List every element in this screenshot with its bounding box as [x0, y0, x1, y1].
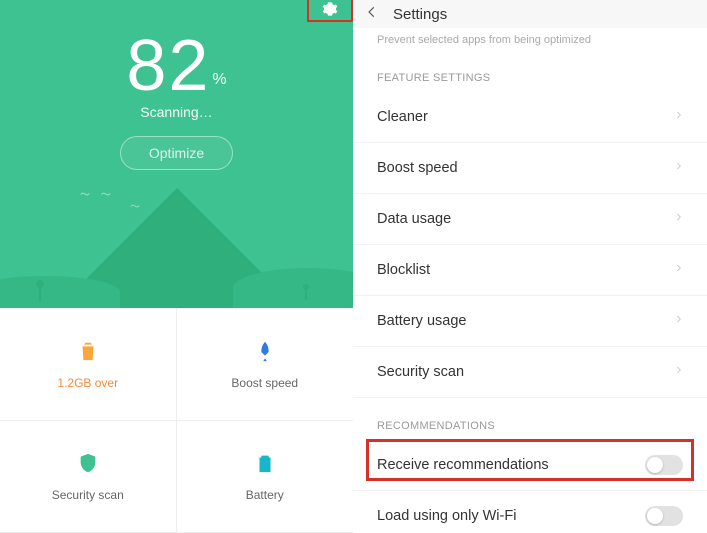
decor-birds: 〜 〜	[80, 186, 115, 201]
optimize-button[interactable]: Optimize	[120, 136, 233, 170]
decor-hill	[0, 276, 120, 308]
chevron-right-icon	[674, 159, 683, 177]
decor-tree	[303, 284, 309, 290]
chevron-right-icon	[674, 363, 683, 381]
score-unit: %	[212, 71, 226, 88]
page-title: Settings	[393, 6, 447, 23]
chevron-right-icon	[674, 210, 683, 228]
tile-boost[interactable]: Boost speed	[177, 308, 354, 421]
tile-battery[interactable]: Battery	[177, 421, 354, 533]
row-data-usage[interactable]: Data usage	[353, 194, 707, 245]
settings-topbar: Settings	[353, 0, 707, 28]
row-label: Cleaner	[377, 109, 428, 125]
tile-label: Boost speed	[231, 376, 298, 390]
chevron-right-icon	[674, 108, 683, 126]
row-cleaner[interactable]: Cleaner	[353, 92, 707, 143]
row-label: Security scan	[377, 364, 464, 380]
settings-screen: Settings Prevent selected apps from bein…	[353, 0, 707, 533]
hero-panel: 82% Scanning… Optimize 〜 〜 〜	[0, 0, 353, 308]
row-label: Receive recommendations	[377, 457, 549, 473]
security-app-screen: 82% Scanning… Optimize 〜 〜 〜 1.2GB over	[0, 0, 353, 533]
prev-item-description: Prevent selected apps from being optimiz…	[353, 28, 707, 50]
row-load-wifi-only[interactable]: Load using only Wi-Fi	[353, 491, 707, 533]
decor-tree	[36, 280, 44, 288]
row-boost-speed[interactable]: Boost speed	[353, 143, 707, 194]
status-text: Scanning…	[0, 104, 353, 120]
feature-grid: 1.2GB over Boost speed Security scan Bat…	[0, 308, 353, 533]
section-header-feature: FEATURE SETTINGS	[353, 50, 707, 92]
row-receive-recommendations[interactable]: Receive recommendations	[353, 440, 707, 491]
row-label: Boost speed	[377, 160, 458, 176]
trash-icon	[77, 338, 99, 364]
tile-cleaner[interactable]: 1.2GB over	[0, 308, 177, 421]
row-battery-usage[interactable]: Battery usage	[353, 296, 707, 347]
section-header-recommendations: RECOMMENDATIONS	[353, 398, 707, 440]
tile-label: Battery	[246, 488, 284, 502]
row-label: Load using only Wi-Fi	[377, 508, 516, 524]
row-label: Battery usage	[377, 313, 466, 329]
chevron-right-icon	[674, 261, 683, 279]
row-label: Data usage	[377, 211, 451, 227]
score-value: 82	[126, 30, 210, 102]
toggle-load-wifi-only[interactable]	[645, 506, 683, 526]
row-label: Blocklist	[377, 262, 430, 278]
tile-label: Security scan	[52, 488, 124, 502]
row-blocklist[interactable]: Blocklist	[353, 245, 707, 296]
settings-entry-highlight	[307, 0, 353, 22]
decor-birds: 〜	[130, 198, 144, 213]
battery-icon	[254, 450, 276, 476]
shield-icon	[77, 450, 99, 476]
decor-hill	[233, 268, 353, 308]
row-security-scan[interactable]: Security scan	[353, 347, 707, 398]
tile-label: 1.2GB over	[57, 376, 118, 390]
toggle-receive-recommendations[interactable]	[645, 455, 683, 475]
gear-icon[interactable]	[322, 1, 338, 17]
chevron-right-icon	[674, 312, 683, 330]
back-icon[interactable]	[365, 5, 379, 24]
rocket-icon	[254, 338, 276, 364]
tile-security-scan[interactable]: Security scan	[0, 421, 177, 533]
